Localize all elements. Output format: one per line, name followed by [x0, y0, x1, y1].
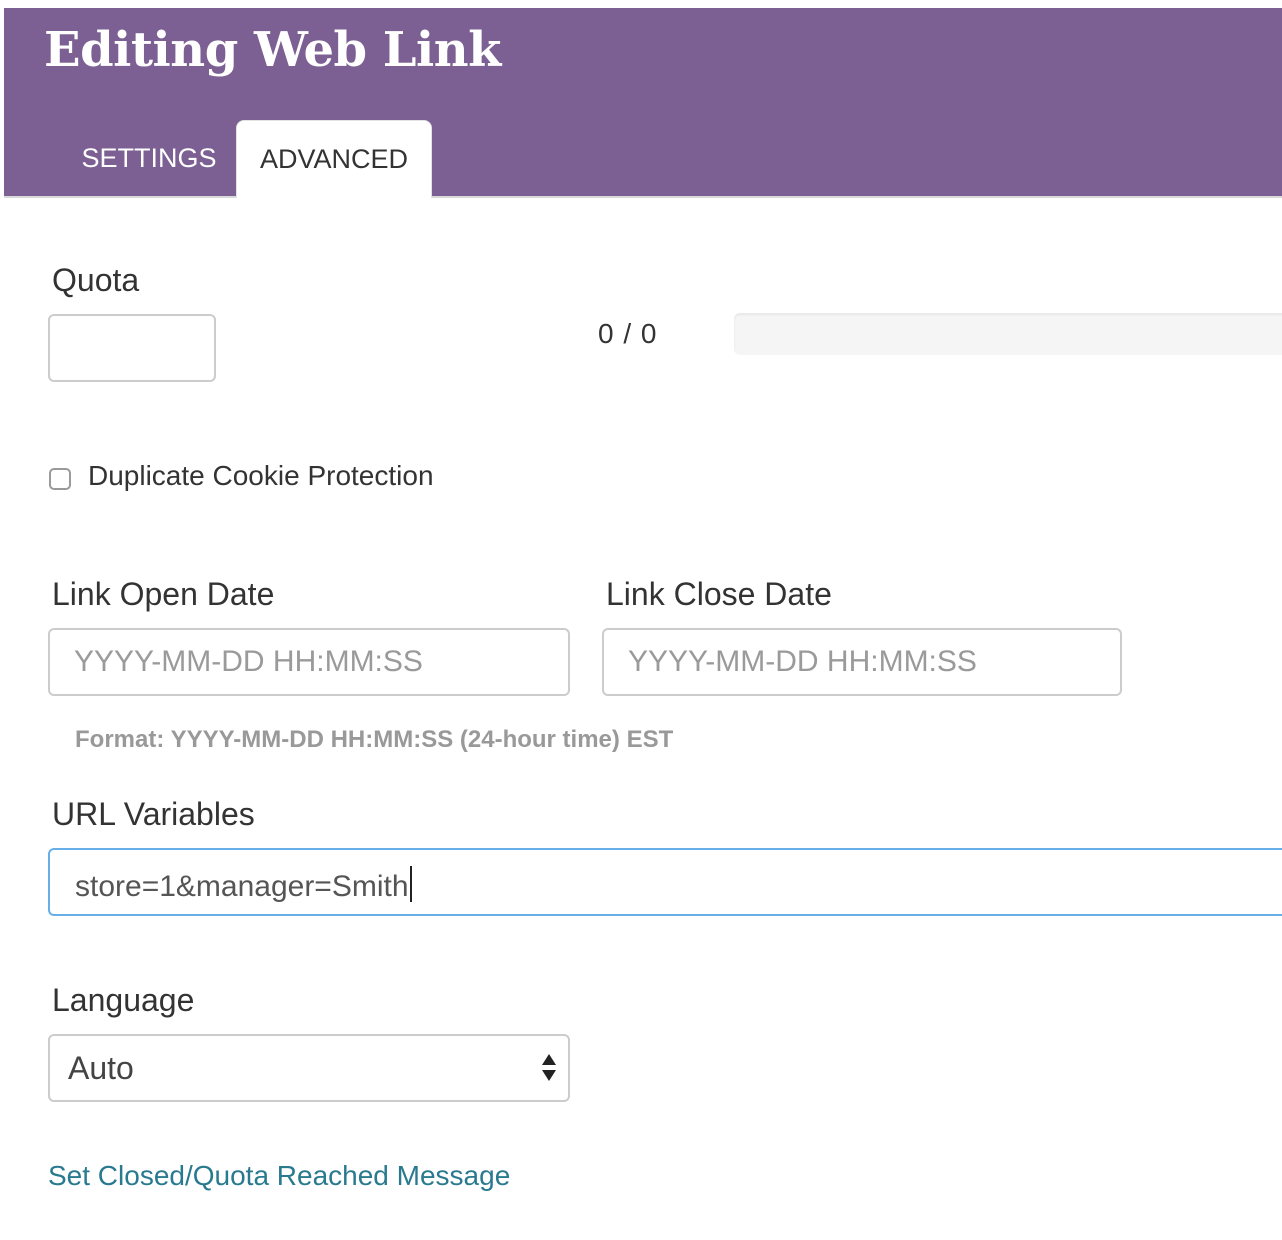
duplicate-cookie-label[interactable]: Duplicate Cookie Protection — [88, 460, 434, 492]
set-closed-message-link[interactable]: Set Closed/Quota Reached Message — [48, 1160, 510, 1192]
url-variables-label: URL Variables — [52, 796, 255, 832]
select-updown-arrows-icon — [542, 1052, 558, 1086]
link-close-date-label: Link Close Date — [606, 576, 832, 612]
url-variables-input[interactable] — [48, 848, 1282, 916]
quota-input[interactable] — [48, 314, 216, 382]
date-format-help: Format: YYYY-MM-DD HH:MM:SS (24-hour tim… — [75, 726, 674, 753]
link-open-date-input[interactable] — [48, 628, 570, 696]
duplicate-cookie-checkbox[interactable] — [49, 468, 71, 490]
arrow-down-icon — [542, 1070, 556, 1081]
header-bar: Editing Web Link SETTINGS ADVANCED — [4, 8, 1282, 198]
link-open-date-label: Link Open Date — [52, 576, 275, 612]
language-select[interactable]: Auto — [48, 1034, 570, 1102]
arrow-up-icon — [542, 1054, 556, 1065]
quota-label: Quota — [52, 262, 140, 298]
link-close-date-input[interactable] — [602, 628, 1122, 696]
language-selected-value: Auto — [68, 1050, 134, 1086]
quota-progress-bar — [734, 313, 1282, 355]
page-title: Editing Web Link — [44, 22, 501, 78]
language-label: Language — [52, 982, 195, 1018]
tab-advanced[interactable]: ADVANCED — [236, 120, 432, 198]
quota-count: 0 / 0 — [598, 318, 658, 349]
edit-web-link-page: Editing Web Link SETTINGS ADVANCED Quota… — [0, 0, 1282, 1240]
tab-settings[interactable]: SETTINGS — [64, 120, 234, 196]
